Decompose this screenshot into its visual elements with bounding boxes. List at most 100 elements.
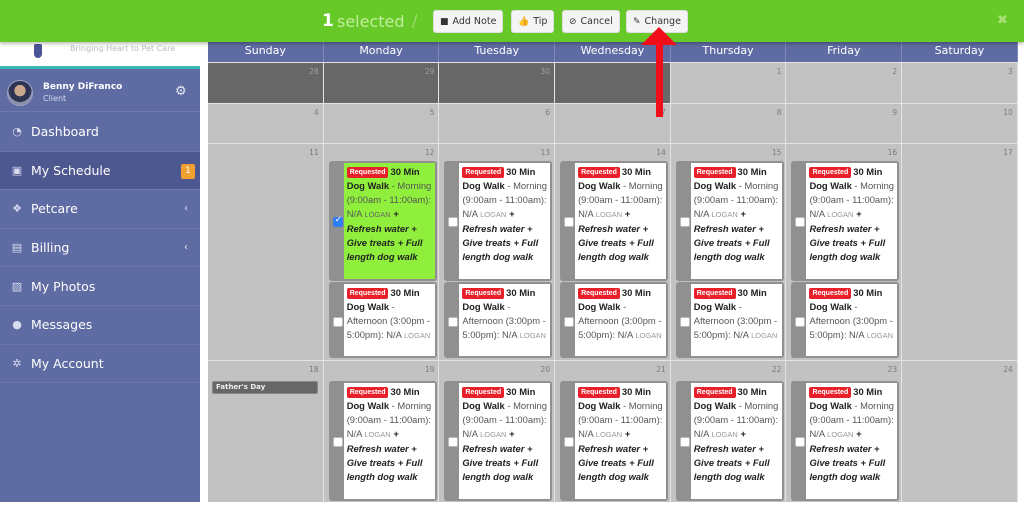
event-select-checkbox[interactable] [332, 437, 343, 447]
calendar-day-cell[interactable]: 21 Requested 30 Min Dog Walk - Morning (9:… [555, 361, 671, 502]
event-select-checkbox[interactable] [332, 317, 343, 327]
event-select-checkbox[interactable] [564, 317, 575, 327]
event-select-checkbox[interactable] [448, 317, 459, 327]
event-card[interactable]: Requested 30 Min Dog Walk - Morning (9:00… [575, 383, 667, 499]
event-card[interactable]: Requested 30 Min Dog Walk - Morning (9:00… [575, 163, 667, 279]
event-card[interactable]: Requested 30 Min Dog Walk - Morning (9:00… [690, 383, 782, 499]
day-number: 23 [887, 365, 898, 374]
calendar-day-cell[interactable]: 20 Requested 30 Min Dog Walk - Morning (9:… [439, 361, 556, 502]
weekday-sunday: Sunday [208, 42, 324, 62]
calendar-week-row: 4 5 6 7 8 9 10 [208, 103, 1018, 143]
separator-dash: - [620, 180, 629, 191]
status-badge: Requested [809, 167, 852, 178]
calendar-day-cell[interactable]: 12 Requested30 Min Dog Walk - Morning (9:… [323, 144, 440, 360]
annotation-arrow-shaft [656, 40, 663, 117]
event-select-checkbox[interactable] [795, 217, 806, 227]
status-badge: Requested [346, 167, 389, 178]
event-card[interactable]: Requested 30 Min Dog Walk - Morning (9:00… [459, 383, 551, 499]
calendar-day-cell[interactable]: 2 [786, 63, 903, 103]
event-card[interactable]: Requested 30 Min Dog Walk - Afternoon (3:… [575, 284, 667, 356]
walker-name: LOGAN [364, 210, 391, 219]
sidebar-item-dashboard[interactable]: ◔ Dashboard [0, 113, 200, 152]
calendar-day-cell[interactable]: 8 [670, 104, 787, 143]
separator-dash: - [851, 180, 861, 191]
event-afternoon-dog-walk: Requested 30 Min Dog Walk - Afternoon (3:… [675, 282, 784, 358]
logo-icon[interactable] [34, 44, 42, 58]
calendar-day-cell[interactable]: 30 [439, 63, 556, 103]
event-select-checkbox[interactable] [564, 217, 575, 227]
selection-toolbar: 1 selected / ■ Add Note 👍 Tip ⊘ Cancel ✎… [0, 0, 1024, 42]
event-select-checkbox[interactable] [564, 437, 575, 447]
sidebar-item-my-account[interactable]: ✲ My Account [0, 345, 200, 384]
event-card[interactable]: Requested 30 Min Dog Walk - Morning (9:00… [806, 383, 898, 499]
calendar-day-cell[interactable]: 13 Requested 30 Min Dog Walk - Morning (9:… [439, 144, 556, 360]
calendar-day-cell[interactable]: 11 [208, 144, 324, 360]
sidebar-item-label: Dashboard [31, 124, 99, 140]
calendar-day-cell[interactable]: 6 [439, 104, 556, 143]
calendar-day-cell[interactable]: 10 [902, 104, 1018, 143]
calendar-day-cell[interactable]: 22 Requested 30 Min Dog Walk - Morning (9:… [670, 361, 787, 502]
calendar-day-cell[interactable]: 5 [323, 104, 440, 143]
event-card[interactable]: Requested 30 Min Dog Walk - Morning (9:00… [343, 163, 435, 279]
event-select-checkbox[interactable] [679, 317, 690, 327]
cancel-button[interactable]: ⊘ Cancel [562, 10, 620, 33]
sidebar-item-my-photos[interactable]: ▨ My Photos [0, 267, 200, 306]
event-card[interactable]: Requested 30 Min Dog Walk - Afternoon (3:… [806, 284, 898, 356]
calendar-day-cell[interactable]: 3 [902, 63, 1018, 103]
day-number: 15 [771, 148, 782, 157]
sidebar-item-petcare[interactable]: ❖ Petcare ‹ [0, 190, 200, 229]
calendar-day-cell[interactable]: 19 Requested 30 Min Dog Walk - Morning (9:… [323, 361, 440, 502]
add-note-button[interactable]: ■ Add Note [433, 10, 504, 33]
weekday-monday: Monday [324, 42, 440, 62]
calendar-day-cell[interactable]: 29 [323, 63, 440, 103]
event-card[interactable]: Requested 30 Min Dog Walk - Morning (9:00… [459, 163, 551, 279]
event-select-checkbox[interactable] [448, 437, 459, 447]
calendar-day-cell[interactable]: 4 [208, 104, 324, 143]
avatar[interactable] [7, 80, 33, 106]
comments-icon: ● [12, 318, 22, 332]
calendar-day-cell[interactable]: 17 [902, 144, 1018, 360]
walker-name: LOGAN [519, 331, 546, 340]
calendar-day-cell[interactable]: 7 [555, 104, 671, 143]
sidebar-item-label: Billing [31, 240, 70, 256]
calendar-day-cell[interactable]: 16 Requested 30 Min Dog Walk - Morning (9:… [786, 144, 903, 360]
sidebar-item-messages[interactable]: ● Messages [0, 306, 200, 345]
calendar-day-cell[interactable] [555, 63, 671, 103]
status-badge: Requested [693, 167, 736, 178]
day-number: 19 [424, 365, 435, 374]
event-morning-dog-walk: Requested30 Min Dog Walk - Morning (9:00… [328, 381, 437, 501]
event-card[interactable]: Requested 30 Min Dog Walk - Afternoon (3:… [459, 284, 551, 356]
calendar-day-cell[interactable]: 14 Requested 30 Min Dog Walk - Morning (9:… [555, 144, 671, 360]
event-select-checkbox[interactable] [795, 317, 806, 327]
calendar-day-cell[interactable]: 24 [902, 361, 1018, 502]
gear-icon[interactable]: ⚙ [175, 84, 187, 99]
tip-button[interactable]: 👍 Tip [511, 10, 555, 33]
calendar-day-cell[interactable]: 1 [670, 63, 787, 103]
status-badge: Requested [809, 288, 852, 299]
event-card[interactable]: Requested 30 Min Dog Walk - Afternoon (3:… [343, 284, 435, 356]
sidebar-item-billing[interactable]: ▤ Billing ‹ [0, 229, 200, 268]
event-card[interactable]: Requested 30 Min Dog Walk - Morning (9:00… [343, 383, 435, 499]
calendar-day-cell[interactable]: 9 [786, 104, 903, 143]
event-select-checkbox[interactable] [332, 215, 343, 227]
close-icon[interactable]: ✖ [997, 13, 1008, 28]
event-card[interactable]: Requested 30 Min Dog Walk - Afternoon (3:… [690, 284, 782, 356]
sidebar-item-my-schedule[interactable]: ▣ My Schedule 1 [0, 151, 200, 191]
event-select-checkbox[interactable] [679, 437, 690, 447]
calendar-day-cell[interactable]: 18 Father's Day [208, 361, 324, 502]
day-number: 3 [1008, 67, 1013, 76]
calendar-day-cell[interactable]: 15 Requested 30 Min Dog Walk - Morning (9:… [670, 144, 787, 360]
schedule-count-badge: 1 [181, 163, 195, 179]
weekday-wednesday: Wednesday [555, 42, 671, 62]
calendar-day-cell[interactable]: 23 Requested 30 Min Dog Walk - Morning (9:… [786, 361, 903, 502]
calendar-day-cell[interactable]: 28 [208, 63, 324, 103]
event-card[interactable]: Requested 30 Min Dog Walk - Morning (9:00… [690, 163, 782, 279]
event-card[interactable]: Requested 30 Min Dog Walk - Morning (9:00… [806, 163, 898, 279]
sidebar-item-label: Petcare [31, 201, 78, 217]
event-select-checkbox[interactable] [795, 437, 806, 447]
walker-name: LOGAN [866, 331, 894, 340]
holiday-label[interactable]: Father's Day [212, 381, 318, 394]
event-select-checkbox[interactable] [448, 217, 459, 227]
event-select-checkbox[interactable] [679, 217, 690, 227]
walker-name: LOGAN [595, 210, 623, 219]
